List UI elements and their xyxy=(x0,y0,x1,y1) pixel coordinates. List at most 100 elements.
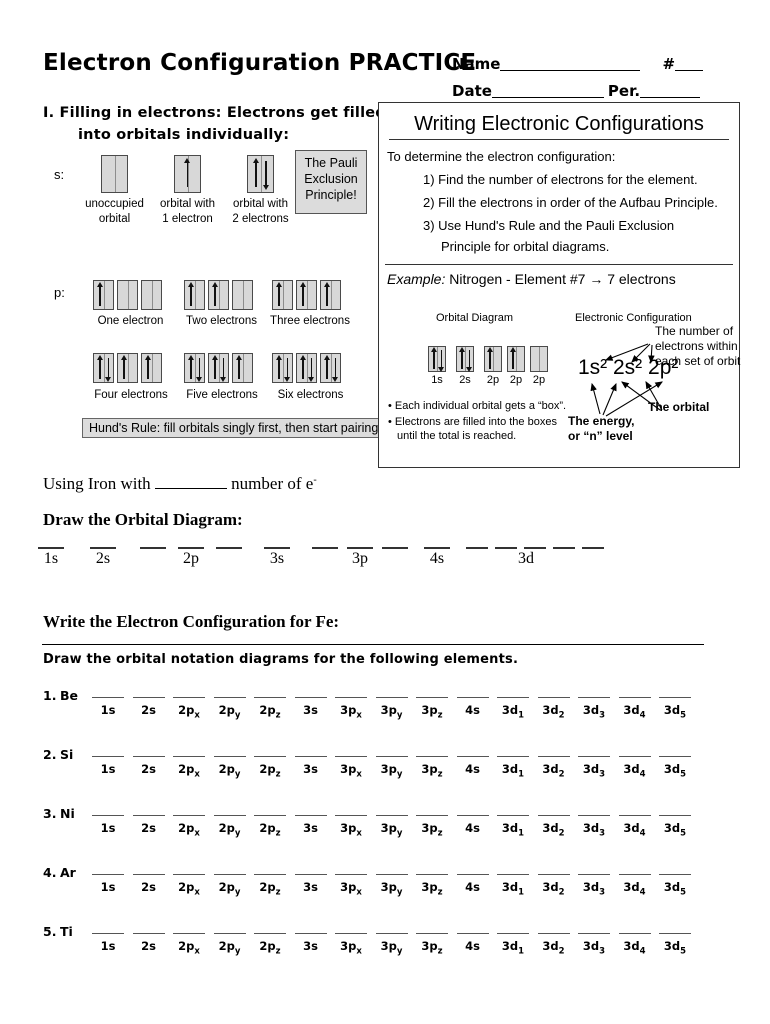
orbital-blank[interactable] xyxy=(294,874,327,875)
orbital-blank[interactable] xyxy=(132,756,165,757)
orbital-blank[interactable] xyxy=(173,756,205,757)
orbital-label-3-11: 3d2 xyxy=(542,880,565,898)
orbital-blank[interactable] xyxy=(497,697,529,698)
orbital-blank[interactable] xyxy=(578,756,610,757)
orbital-blank[interactable] xyxy=(254,815,286,816)
orbital-blank[interactable] xyxy=(375,874,408,875)
fe-dash[interactable] xyxy=(424,547,450,549)
orbital-blank[interactable] xyxy=(132,933,165,934)
orbital-blank[interactable] xyxy=(497,933,529,934)
orbital-blank[interactable] xyxy=(416,874,448,875)
orbital-blank[interactable] xyxy=(254,756,286,757)
orbital-blank[interactable] xyxy=(659,756,691,757)
orbital-blank[interactable] xyxy=(213,697,246,698)
orbital-blank[interactable] xyxy=(416,933,448,934)
fe-dash[interactable] xyxy=(264,547,290,549)
orbital-blank[interactable] xyxy=(375,815,408,816)
orbital-blank[interactable] xyxy=(294,815,327,816)
orbital-blank[interactable] xyxy=(659,874,691,875)
orbital-blank[interactable] xyxy=(659,697,691,698)
orbital-blank[interactable] xyxy=(173,697,205,698)
orbital-blank[interactable] xyxy=(375,697,408,698)
orbital-blank[interactable] xyxy=(578,815,610,816)
answer-line[interactable] xyxy=(42,644,704,645)
orbital-blank[interactable] xyxy=(537,874,570,875)
orbital-blank[interactable] xyxy=(92,933,124,934)
orbital-blank[interactable] xyxy=(294,756,327,757)
orbital-blank[interactable] xyxy=(578,933,610,934)
orbital-blank[interactable] xyxy=(132,815,165,816)
orbital-blank[interactable] xyxy=(537,756,570,757)
date-blank[interactable] xyxy=(491,84,604,98)
orbital-blank[interactable] xyxy=(416,756,448,757)
orbital-blank[interactable] xyxy=(618,697,651,698)
orbital-blank[interactable] xyxy=(213,756,246,757)
fe-dash[interactable] xyxy=(466,547,488,549)
orbital-blank[interactable] xyxy=(92,815,124,816)
orbital-blank[interactable] xyxy=(497,815,529,816)
orbital-blank[interactable] xyxy=(335,697,367,698)
fe-dash[interactable] xyxy=(382,547,408,549)
orbital-blank[interactable] xyxy=(92,874,124,875)
orbital-blank[interactable] xyxy=(254,933,286,934)
orbital-blank[interactable] xyxy=(213,815,246,816)
fe-dash[interactable] xyxy=(553,547,575,549)
orbital-blank[interactable] xyxy=(132,697,165,698)
orbital-label-2-5: 3s xyxy=(303,821,318,835)
section-one-heading-line2: into orbitals individually: xyxy=(78,127,290,143)
period-blank[interactable] xyxy=(640,84,701,98)
orbital-blank[interactable] xyxy=(497,756,529,757)
orbital-blank[interactable] xyxy=(335,815,367,816)
orbital-blank[interactable] xyxy=(92,697,124,698)
orbital-blank[interactable] xyxy=(456,756,489,757)
orbital-blank[interactable] xyxy=(335,756,367,757)
orbital-blank[interactable] xyxy=(497,874,529,875)
orbital-blank[interactable] xyxy=(537,933,570,934)
orbital-blank[interactable] xyxy=(375,756,408,757)
orbital-blank[interactable] xyxy=(335,933,367,934)
fe-dash[interactable] xyxy=(90,547,116,549)
orbital-blank[interactable] xyxy=(416,815,448,816)
fe-dash[interactable] xyxy=(38,547,64,549)
fe-dash[interactable] xyxy=(312,547,338,549)
orbital-blank[interactable] xyxy=(456,815,489,816)
orbital-blank[interactable] xyxy=(618,815,651,816)
orbital-blank[interactable] xyxy=(173,933,205,934)
fe-dash[interactable] xyxy=(216,547,242,549)
orbital-blank[interactable] xyxy=(375,933,408,934)
orbital-blank[interactable] xyxy=(294,933,327,934)
fe-dash[interactable] xyxy=(495,547,517,549)
orbital-blank[interactable] xyxy=(578,697,610,698)
orbital-blank[interactable] xyxy=(173,815,205,816)
orbital-blank[interactable] xyxy=(294,697,327,698)
orbital-blank[interactable] xyxy=(456,697,489,698)
fe-dash[interactable] xyxy=(178,547,204,549)
orbital-blank[interactable] xyxy=(659,933,691,934)
orbital-blank[interactable] xyxy=(173,874,205,875)
orbital-blank[interactable] xyxy=(537,815,570,816)
orbital-blank[interactable] xyxy=(618,874,651,875)
orbital-blank[interactable] xyxy=(254,874,286,875)
iron-electrons-blank[interactable] xyxy=(154,474,227,489)
orbital-blank[interactable] xyxy=(213,933,246,934)
orbital-blank[interactable] xyxy=(132,874,165,875)
orbital-blank[interactable] xyxy=(254,697,286,698)
number-blank[interactable] xyxy=(675,57,704,71)
orbital-blank[interactable] xyxy=(578,874,610,875)
orbital-blank[interactable] xyxy=(92,756,124,757)
fe-dash[interactable] xyxy=(524,547,546,549)
orbital-blank[interactable] xyxy=(618,756,651,757)
name-blank[interactable] xyxy=(500,57,641,71)
nitrogen-box-label-3: 2p xyxy=(509,374,523,386)
orbital-blank[interactable] xyxy=(618,933,651,934)
orbital-blank[interactable] xyxy=(416,697,448,698)
orbital-blank[interactable] xyxy=(213,874,246,875)
orbital-blank[interactable] xyxy=(659,815,691,816)
fe-dash[interactable] xyxy=(582,547,604,549)
orbital-blank[interactable] xyxy=(456,874,489,875)
orbital-blank[interactable] xyxy=(335,874,367,875)
fe-dash[interactable] xyxy=(347,547,373,549)
orbital-blank[interactable] xyxy=(456,933,489,934)
orbital-blank[interactable] xyxy=(537,697,570,698)
fe-dash[interactable] xyxy=(140,547,166,549)
